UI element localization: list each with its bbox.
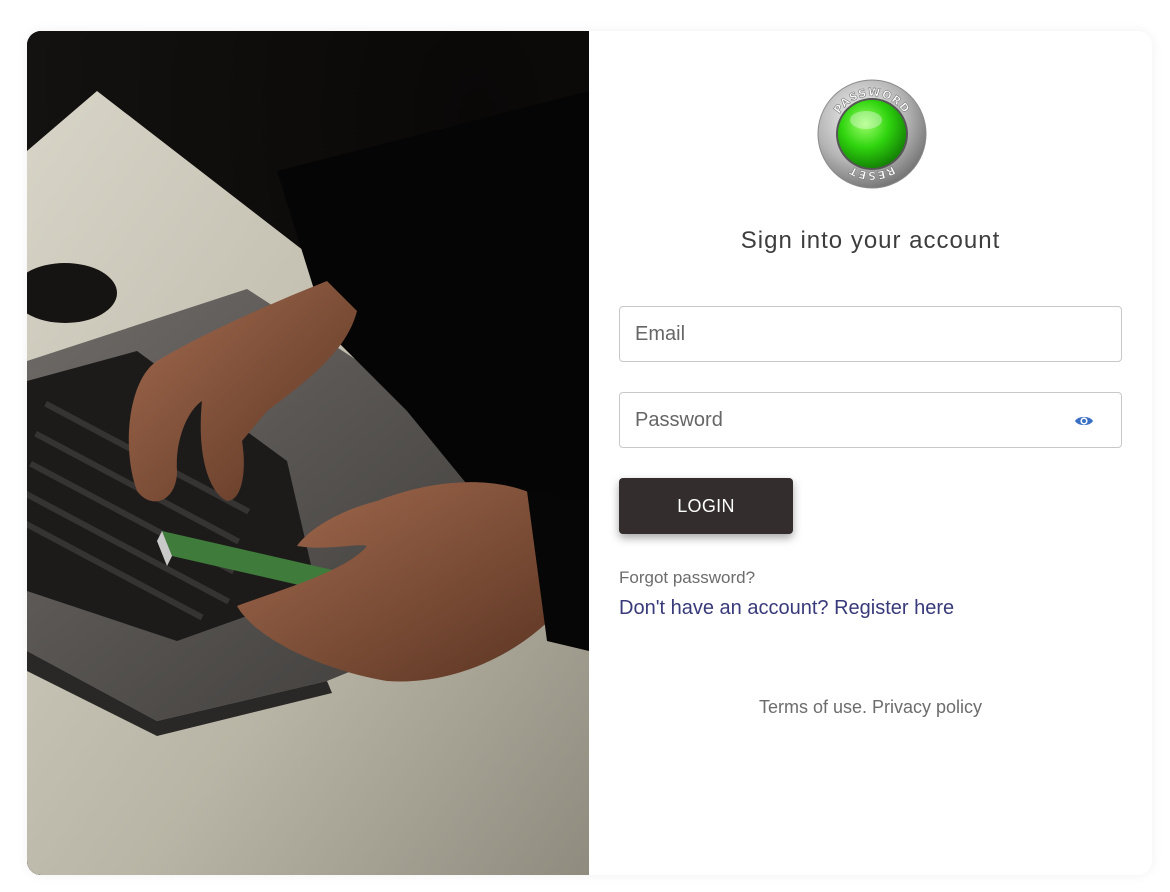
forgot-password-link[interactable]: Forgot password? bbox=[619, 568, 755, 588]
password-input[interactable] bbox=[620, 393, 1121, 447]
email-field[interactable] bbox=[619, 306, 1122, 362]
login-button[interactable]: LOGIN bbox=[619, 478, 793, 534]
page-title: Sign into your account bbox=[740, 227, 1001, 254]
register-link[interactable]: Don't have an account? Register here bbox=[619, 597, 954, 620]
login-panel: PASSWORD RESET Sign into your account LO bbox=[589, 31, 1152, 875]
password-reset-logo: PASSWORD RESET bbox=[816, 78, 928, 190]
eye-icon[interactable] bbox=[1074, 411, 1094, 431]
hero-image bbox=[27, 31, 589, 875]
password-field[interactable] bbox=[619, 392, 1122, 448]
login-card: PASSWORD RESET Sign into your account LO bbox=[27, 31, 1152, 875]
email-input[interactable] bbox=[620, 307, 1121, 361]
privacy-link[interactable]: Privacy policy bbox=[872, 697, 982, 717]
footer: Terms of use. Privacy policy bbox=[589, 697, 1152, 718]
terms-link[interactable]: Terms of use. bbox=[759, 697, 867, 717]
